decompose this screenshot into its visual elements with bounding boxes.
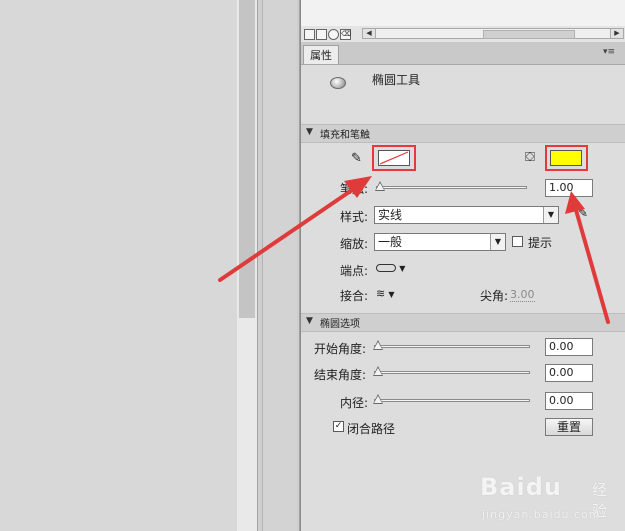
arrow-to-stroke (218, 176, 372, 282)
watermark-brand: Baidu (480, 473, 562, 501)
annotation-arrows (218, 176, 610, 324)
arrow-to-fill (565, 191, 610, 324)
watermark-url: jingyan.baidu.com (482, 508, 601, 521)
